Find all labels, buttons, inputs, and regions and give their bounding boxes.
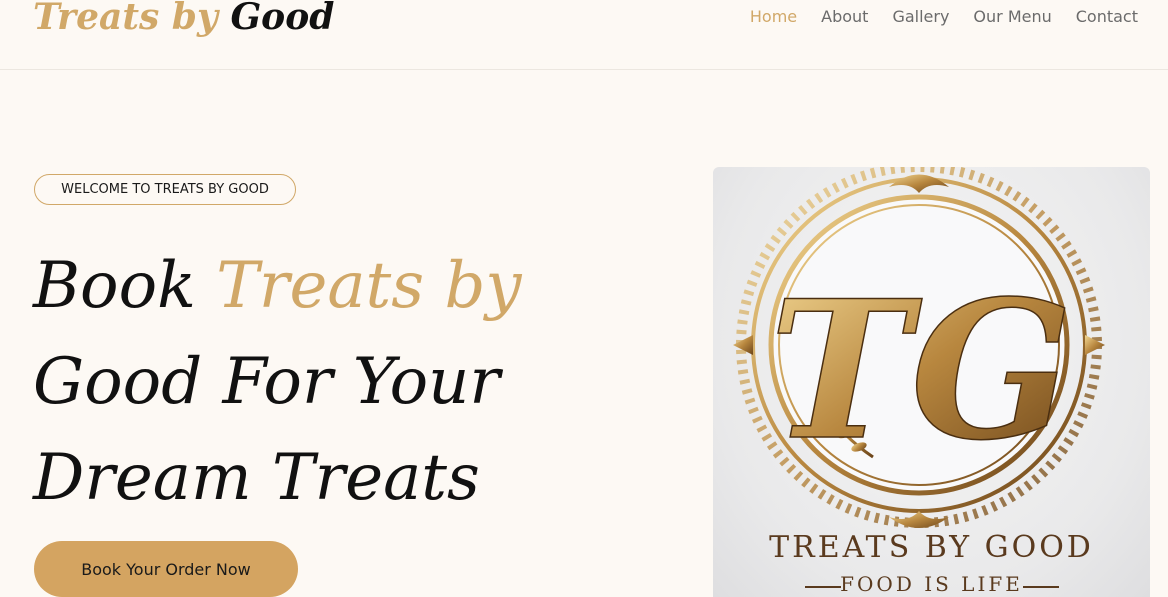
image-tagline: FOOD IS LIFE [840, 572, 1023, 596]
monogram-text: TG [769, 259, 1073, 482]
nav-home[interactable]: Home [750, 6, 797, 28]
welcome-badge: WELCOME TO TREATS BY GOOD [34, 174, 296, 205]
hero-title-highlight: Treats by [216, 249, 522, 323]
nav-gallery[interactable]: Gallery [892, 6, 949, 28]
hero-title-book: Book [33, 249, 196, 323]
nav-contact[interactable]: Contact [1076, 6, 1138, 28]
nav-about[interactable]: About [821, 6, 868, 28]
hero-title: Book Treats by Good For Your Dream Treat… [33, 238, 693, 526]
site-logo[interactable]: Treats by Good [33, 0, 334, 42]
logo-text-treats: Treats by [33, 0, 218, 38]
nav-our-menu[interactable]: Our Menu [973, 6, 1051, 28]
main-nav: Home About Gallery Our Menu Contact [750, 6, 1138, 28]
image-brand-name: TREATS BY GOOD [769, 530, 1094, 565]
site-header: Treats by Good Home About Gallery Our Me… [0, 0, 1168, 70]
brand-logo-image: TG TREATS BY GOOD FOOD IS LIFE [713, 167, 1150, 597]
logo-text-good: Good [230, 0, 335, 38]
hero-title-rest: Good For Your Dream Treats [33, 345, 500, 515]
book-order-button[interactable]: Book Your Order Now [34, 541, 298, 597]
